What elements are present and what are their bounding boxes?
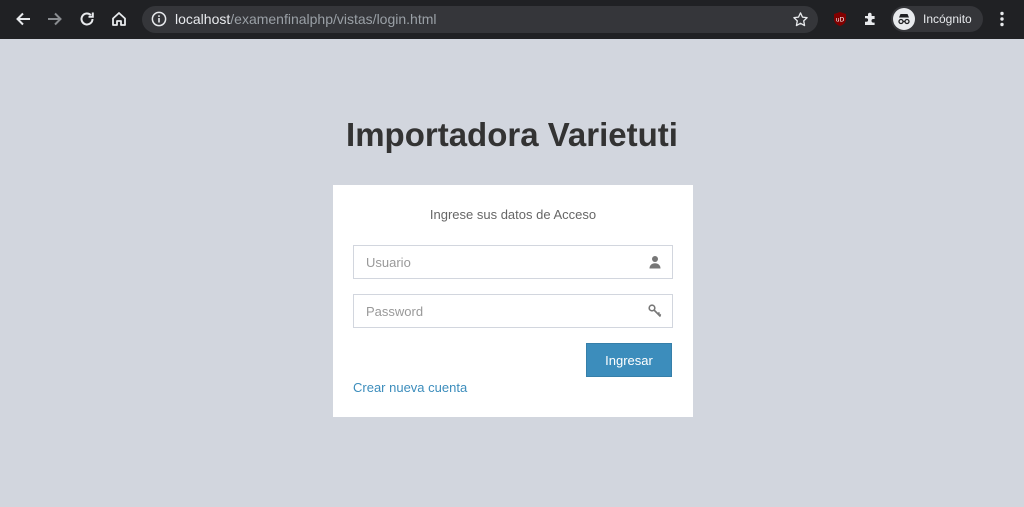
login-box: Ingrese sus datos de Acceso Ingresar Cre… [333, 185, 693, 417]
home-icon [112, 12, 126, 26]
forward-button[interactable] [39, 3, 71, 35]
arrow-right-icon [48, 12, 62, 26]
login-message: Ingrese sus datos de Acceso [429, 207, 597, 222]
password-field-wrapper [353, 294, 673, 328]
password-input[interactable] [354, 295, 672, 327]
arrow-left-icon [16, 12, 30, 26]
url-host: localhost [175, 11, 231, 27]
page-title: Importadora Varietuti [346, 116, 678, 153]
browser-toolbar: localhost/examenfinalphp/vistas/login.ht… [0, 0, 1024, 39]
address-bar[interactable]: localhost/examenfinalphp/vistas/login.ht… [142, 6, 818, 33]
username-field-wrapper [353, 245, 673, 279]
info-icon[interactable] [151, 11, 167, 27]
extension-badge: uD [836, 17, 845, 24]
reload-button[interactable] [71, 3, 103, 35]
username-input[interactable] [354, 246, 672, 278]
user-icon [649, 256, 661, 269]
star-icon[interactable] [792, 11, 809, 28]
reload-icon [80, 12, 94, 26]
register-link[interactable]: Crear nueva cuenta [353, 380, 467, 395]
url-path: /examenfinalphp/vistas/login.html [230, 11, 437, 27]
ublock-extension-icon[interactable]: uD [832, 11, 848, 27]
incognito-profile-button[interactable]: Incógnito [891, 6, 983, 32]
puzzle-icon[interactable] [862, 10, 880, 28]
incognito-label: Incógnito [923, 12, 972, 26]
url-text[interactable]: localhost/examenfinalphp/vistas/login.ht… [175, 11, 437, 28]
back-button[interactable] [7, 3, 39, 35]
incognito-icon [893, 8, 915, 30]
key-icon [648, 304, 662, 318]
submit-button[interactable]: Ingresar [586, 343, 672, 377]
kebab-menu-icon[interactable] [994, 10, 1010, 28]
home-button[interactable] [103, 3, 135, 35]
